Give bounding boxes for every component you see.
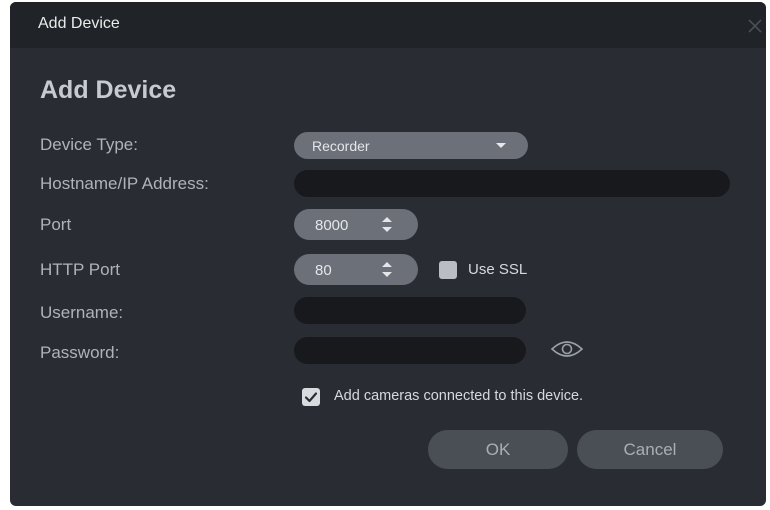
cancel-button[interactable]: Cancel bbox=[577, 430, 723, 469]
window-title: Add Device bbox=[38, 15, 120, 32]
stepper-up-icon[interactable] bbox=[382, 262, 392, 267]
checkmark-icon bbox=[304, 392, 318, 403]
device-type-label: Device Type: bbox=[40, 135, 138, 154]
http-port-value: 80 bbox=[315, 262, 332, 279]
chevron-down-icon bbox=[496, 143, 506, 148]
username-label: Username: bbox=[40, 303, 124, 322]
stepper-down-icon[interactable] bbox=[382, 272, 392, 277]
stepper-down-icon[interactable] bbox=[382, 227, 392, 232]
hostname-input[interactable] bbox=[294, 170, 730, 197]
password-label: Password: bbox=[40, 343, 120, 362]
eye-icon[interactable] bbox=[550, 338, 584, 360]
username-input[interactable] bbox=[294, 297, 526, 324]
device-type-value: Recorder bbox=[312, 138, 370, 154]
hostname-label: Hostname/IP Address: bbox=[40, 174, 209, 193]
page-heading: Add Device bbox=[40, 76, 177, 104]
use-ssl-checkbox[interactable] bbox=[439, 261, 457, 279]
ok-button[interactable]: OK bbox=[428, 430, 568, 469]
port-stepper[interactable]: 8000 bbox=[294, 209, 418, 240]
add-device-dialog: Add Device Add Device Device Type: Recor… bbox=[10, 2, 766, 506]
port-label: Port bbox=[40, 215, 72, 234]
stepper-up-icon[interactable] bbox=[382, 217, 392, 222]
http-port-stepper[interactable]: 80 bbox=[294, 254, 418, 285]
http-port-label: HTTP Port bbox=[40, 260, 120, 279]
add-cameras-label: Add cameras connected to this device. bbox=[334, 388, 584, 404]
device-type-dropdown[interactable]: Recorder bbox=[294, 132, 528, 159]
use-ssl-label: Use SSL bbox=[468, 261, 528, 278]
add-cameras-checkbox[interactable] bbox=[302, 388, 320, 406]
title-bar: Add Device bbox=[10, 2, 766, 48]
port-value: 8000 bbox=[315, 217, 349, 234]
password-input[interactable] bbox=[294, 337, 526, 364]
close-icon[interactable] bbox=[746, 17, 764, 35]
